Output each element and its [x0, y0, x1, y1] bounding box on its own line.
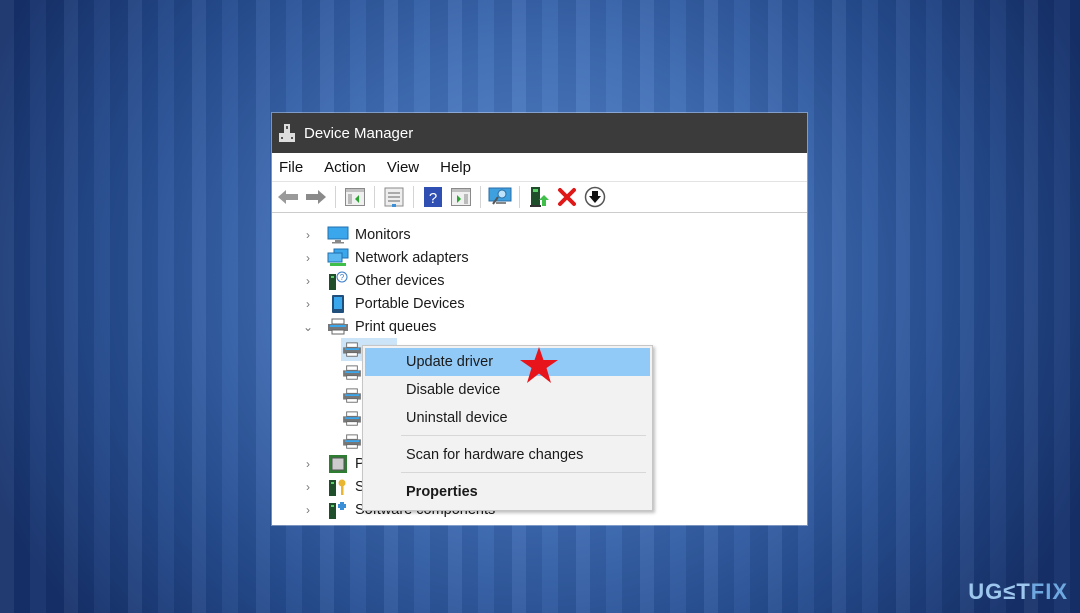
toolbar-separator: [519, 186, 520, 208]
context-menu-update-driver[interactable]: Update driver: [365, 348, 650, 376]
chevron-right-icon[interactable]: ›: [301, 297, 315, 311]
chevron-right-icon[interactable]: ›: [301, 503, 315, 517]
printer-icon: [327, 317, 349, 337]
tree-item-other-devices[interactable]: › ? Other devices: [301, 269, 444, 292]
show-action-pane-button[interactable]: [449, 185, 473, 209]
update-driver-icon: [530, 187, 549, 207]
properties-button[interactable]: [382, 185, 406, 209]
properties-icon: [384, 187, 404, 207]
red-star-marker: [520, 347, 558, 383]
enable-device-icon: [584, 186, 606, 208]
menu-bar: File Action View Help: [272, 153, 807, 182]
window-title: Device Manager: [304, 124, 414, 142]
forward-button[interactable]: [304, 185, 328, 209]
forward-arrow-icon: [306, 190, 326, 204]
chevron-right-icon[interactable]: ›: [301, 457, 315, 471]
security-device-icon: [327, 477, 349, 497]
software-component-icon: [327, 500, 349, 520]
svg-text:?: ?: [340, 273, 345, 282]
tree-item-network-adapters[interactable]: › Network adapters: [301, 246, 469, 269]
tree-item-processors[interactable]: › Pr: [301, 452, 370, 475]
tree-item-label: Network adapters: [355, 249, 469, 266]
device-icon: [327, 523, 349, 526]
title-bar: Device Manager: [272, 113, 807, 153]
tree-item-portable-devices[interactable]: › Portable Devices: [301, 292, 465, 315]
toolbar-separator: [413, 186, 414, 208]
context-menu-disable-device[interactable]: Disable device: [365, 376, 650, 404]
help-button[interactable]: ?: [421, 185, 445, 209]
show-hide-console-tree-button[interactable]: [343, 185, 367, 209]
context-menu: Update driver Disable device Uninstall d…: [362, 345, 653, 511]
printer-icon: [341, 340, 363, 360]
menu-view[interactable]: View: [380, 159, 426, 176]
toolbar: ?: [272, 182, 807, 213]
toolbar-separator: [480, 186, 481, 208]
tree-item-label: Print queues: [355, 318, 437, 335]
help-icon: ?: [424, 187, 442, 207]
printer-icon: [341, 432, 363, 452]
processor-icon: [327, 454, 349, 474]
chevron-down-icon[interactable]: ⌄: [301, 320, 315, 334]
tree-item-print-queues[interactable]: ⌄ Print queues: [301, 315, 436, 338]
update-driver-button[interactable]: [527, 185, 551, 209]
menu-file[interactable]: File: [272, 159, 310, 176]
chevron-right-icon[interactable]: ›: [301, 480, 315, 494]
chevron-right-icon[interactable]: ›: [301, 274, 315, 288]
show-hide-console-tree-icon: [345, 188, 365, 206]
tree-item-label: Portable Devices: [355, 295, 465, 312]
chevron-right-icon[interactable]: ›: [301, 251, 315, 265]
enable-device-button[interactable]: [583, 185, 607, 209]
ugetfix-watermark: UG≤TFIX: [968, 579, 1068, 604]
context-menu-uninstall-device[interactable]: Uninstall device: [365, 404, 650, 432]
uninstall-button[interactable]: [555, 185, 579, 209]
toolbar-separator: [335, 186, 336, 208]
toolbar-separator: [374, 186, 375, 208]
back-button[interactable]: [276, 185, 300, 209]
context-menu-separator: [401, 435, 646, 436]
tree-item-label: Other devices: [355, 272, 445, 289]
menu-help[interactable]: Help: [433, 159, 478, 176]
monitor-icon: [327, 225, 349, 245]
printer-icon: [341, 386, 363, 406]
context-menu-properties[interactable]: Properties: [365, 478, 650, 506]
context-menu-separator: [401, 472, 646, 473]
tree-item-label: Monitors: [355, 226, 411, 243]
menu-action[interactable]: Action: [317, 159, 373, 176]
context-menu-scan-hardware[interactable]: Scan for hardware changes: [365, 441, 650, 469]
other-devices-icon: ?: [327, 271, 349, 291]
uninstall-icon: [558, 188, 576, 206]
chevron-right-icon[interactable]: ›: [301, 228, 315, 242]
printer-icon: [341, 363, 363, 383]
device-manager-icon: [278, 123, 296, 143]
printer-icon: [341, 409, 363, 429]
back-arrow-icon: [278, 190, 298, 204]
tree-item-partial[interactable]: [327, 521, 355, 525]
scan-hardware-icon: [488, 187, 512, 205]
show-action-pane-icon: [451, 188, 471, 206]
tree-item-monitors[interactable]: › Monitors: [301, 223, 411, 246]
svg-text:?: ?: [429, 190, 437, 207]
portable-device-icon: [327, 294, 349, 314]
network-adapter-icon: [327, 248, 349, 268]
scan-hardware-button[interactable]: [488, 185, 512, 209]
